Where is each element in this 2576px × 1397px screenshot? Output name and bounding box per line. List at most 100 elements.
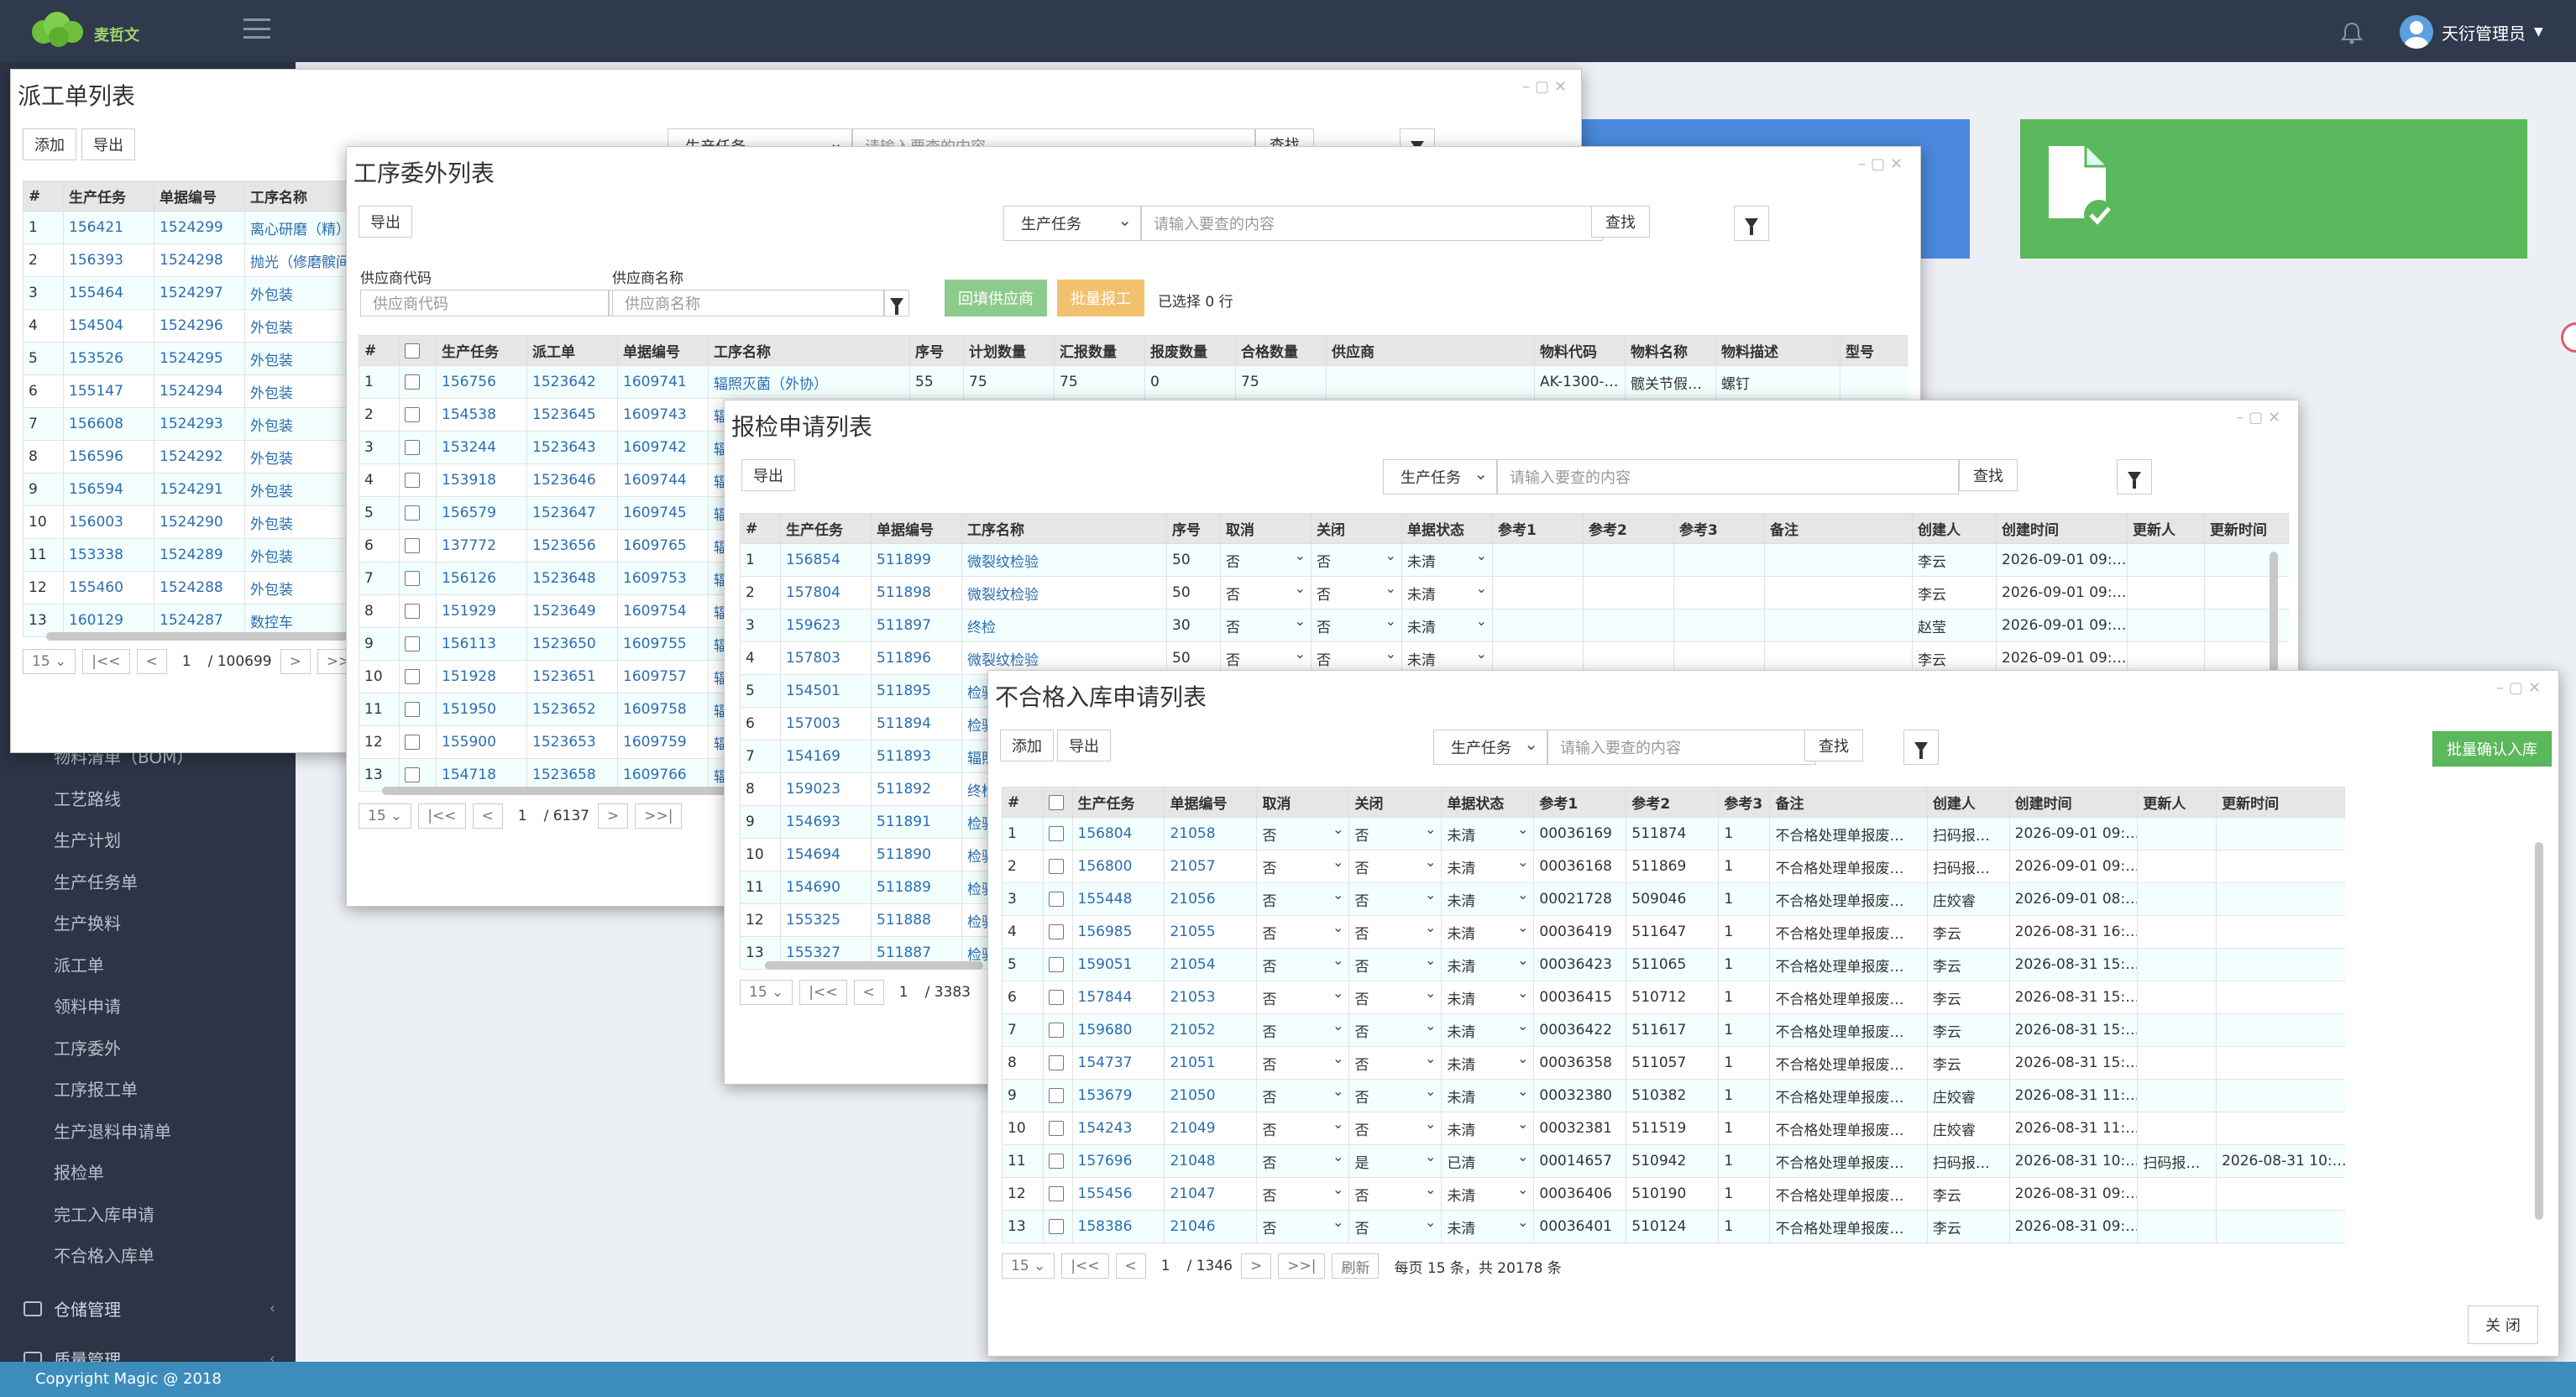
page-size-select[interactable]: 15 ⌄	[23, 649, 76, 674]
column-header[interactable]: 创建时间	[2008, 787, 2139, 818]
table-cell[interactable]: 1523651	[526, 660, 618, 693]
row-checkbox[interactable]	[1042, 1112, 1072, 1145]
column-header[interactable]: 单据编号	[617, 335, 709, 366]
table-cell[interactable]: 156113	[436, 627, 527, 661]
batch-confirm-storage-button[interactable]: 批量确认入库	[2432, 731, 2552, 767]
row-checkbox[interactable]	[1042, 981, 1072, 1014]
column-header[interactable]: 单据编号	[871, 513, 962, 544]
table-cell[interactable]: 159023	[780, 772, 872, 806]
row-checkbox[interactable]	[399, 725, 437, 759]
table-cell[interactable]: 1524293	[154, 407, 245, 441]
table-cell[interactable]: 156854	[780, 543, 872, 577]
column-header[interactable]: 计划数量	[963, 335, 1055, 366]
search-input[interactable]: 请输入要查的内容	[1141, 206, 1603, 241]
table-cell[interactable]: 156421	[63, 211, 154, 244]
user-menu[interactable]: 天衍管理员 ▼	[2400, 15, 2543, 49]
table-cell[interactable]: 1523656	[526, 529, 618, 562]
table-cell[interactable]: 156579	[436, 496, 527, 530]
column-header[interactable]: 创建人	[1926, 787, 2010, 818]
table-row[interactable]: 9 156594 1524291 外包装	[23, 473, 376, 506]
add-button[interactable]: 添加	[23, 128, 76, 160]
page-first-button[interactable]: |<<	[418, 803, 466, 829]
row-checkbox[interactable]	[399, 365, 437, 399]
column-header[interactable]: #	[23, 181, 64, 212]
table-row[interactable]: 515905121054否否未清000364235110651不合格处理单报废……	[1002, 948, 2345, 981]
table-cell[interactable]: 511890	[871, 838, 962, 871]
column-header[interactable]: 汇报数量	[1054, 335, 1145, 366]
supplier-name-input[interactable]: 供应商名称	[612, 290, 884, 317]
table-cell[interactable]: 157803	[780, 641, 872, 675]
table-cell[interactable]: 157003	[780, 707, 872, 740]
table-cell[interactable]: 1523642	[526, 365, 618, 399]
table-row[interactable]: 2 156393 1524298 抛光（修磨髌间）	[23, 243, 376, 277]
current-page[interactable]: 1	[899, 984, 908, 1001]
column-header[interactable]: 报废数量	[1144, 335, 1236, 366]
table-row[interactable]: 815473721051否否未清000363585110571不合格处理单报废……	[1002, 1046, 2345, 1080]
table-cell[interactable]: 1609757	[617, 660, 709, 693]
table-cell[interactable]: 21057	[1164, 850, 1257, 883]
table-cell[interactable]: 154694	[780, 838, 872, 871]
table-cell[interactable]: 511895	[871, 674, 962, 708]
table-cell[interactable]: 1524297	[154, 276, 245, 310]
page-prev-button[interactable]: <	[853, 980, 884, 1005]
table-cell[interactable]: 156596	[63, 440, 154, 474]
column-header[interactable]: #	[1002, 787, 1044, 818]
row-checkbox[interactable]	[1042, 915, 1072, 949]
column-header[interactable]: 更新时间	[2216, 787, 2345, 818]
table-row[interactable]: 11 15769621048否是已清000146575109421不合格处理单报废…	[1002, 1144, 2345, 1178]
row-checkbox[interactable]	[399, 431, 437, 464]
sidebar-section[interactable]: 仓储管理 ‹	[24, 1296, 275, 1321]
supplier-name-filter[interactable]	[884, 290, 909, 317]
window-controls-icon[interactable]: –▢✕	[1858, 155, 1908, 173]
export-button[interactable]: 导出	[1057, 730, 1111, 761]
sidebar-item[interactable]: 报检单	[54, 1159, 104, 1184]
table-cell[interactable]: 21056	[1164, 882, 1257, 916]
table-cell[interactable]: 1523653	[526, 725, 618, 759]
table-cell[interactable]: 156804	[1071, 817, 1165, 850]
table-row[interactable]: 11 153338 1524289 外包装	[23, 538, 376, 572]
batch-report-button[interactable]: 批量报工	[1057, 280, 1144, 317]
table-cell[interactable]: 1609759	[617, 725, 709, 759]
column-header[interactable]: 更新人	[2127, 513, 2205, 544]
table-row[interactable]: 8 156596 1524292 外包装	[23, 440, 376, 474]
row-checkbox[interactable]	[1042, 948, 1072, 981]
table-row[interactable]: 1215545621047否否未清000364065101901不合格处理单报废…	[1002, 1177, 2345, 1211]
table-cell[interactable]: 21051	[1164, 1046, 1257, 1080]
column-header[interactable]: 参考2	[1583, 513, 1674, 544]
table-cell[interactable]: 1523643	[526, 431, 618, 464]
column-header[interactable]: 序号	[909, 335, 964, 366]
row-checkbox[interactable]	[399, 463, 437, 497]
sidebar-item[interactable]: 工艺路线	[54, 786, 121, 810]
table-cell[interactable]: 157804	[780, 576, 872, 610]
column-header[interactable]: 单据编号	[154, 181, 245, 212]
page-last-button[interactable]: >>|	[1278, 1253, 1326, 1279]
table-cell[interactable]: 1524290	[154, 505, 245, 539]
row-checkbox[interactable]	[1042, 1210, 1072, 1243]
table-cell[interactable]: 156800	[1071, 850, 1165, 883]
column-header[interactable]: 参考1	[1492, 513, 1584, 544]
table-cell[interactable]: 21049	[1164, 1112, 1257, 1145]
column-header[interactable]: 取消	[1220, 513, 1312, 544]
column-header[interactable]: 供应商	[1326, 335, 1535, 366]
column-header[interactable]: 单据状态	[1401, 513, 1493, 544]
table-cell[interactable]: 511891	[871, 805, 962, 839]
menu-toggle-icon[interactable]	[243, 18, 270, 39]
supplier-code-input[interactable]: 供应商代码	[360, 290, 609, 317]
table-row[interactable]: 10 156003 1524290 外包装	[23, 505, 376, 539]
column-header[interactable]: 参考3	[1718, 787, 1771, 818]
page-size-select[interactable]: 15 ⌄	[1002, 1253, 1055, 1279]
table-cell[interactable]: 1524296	[154, 309, 245, 343]
page-next-button[interactable]: >	[1241, 1253, 1272, 1279]
search-field-select[interactable]: 生产任务	[1433, 730, 1547, 765]
table-cell[interactable]: 21050	[1164, 1079, 1257, 1112]
horizontal-scrollbar[interactable]	[765, 961, 983, 970]
table-cell[interactable]: 1523646	[526, 463, 618, 497]
table-cell[interactable]: 1524291	[154, 473, 245, 506]
table-cell[interactable]: 21054	[1164, 948, 1257, 981]
page-next-button[interactable]: >	[598, 803, 629, 829]
table-cell[interactable]: 158386	[1071, 1210, 1165, 1243]
page-first-button[interactable]: |<<	[799, 980, 847, 1005]
page-prev-button[interactable]: <	[472, 803, 503, 829]
column-header[interactable]: 生产任务	[63, 181, 154, 212]
table-row[interactable]: 1315838621046否否未清000364015101241不合格处理单报废…	[1002, 1210, 2345, 1243]
